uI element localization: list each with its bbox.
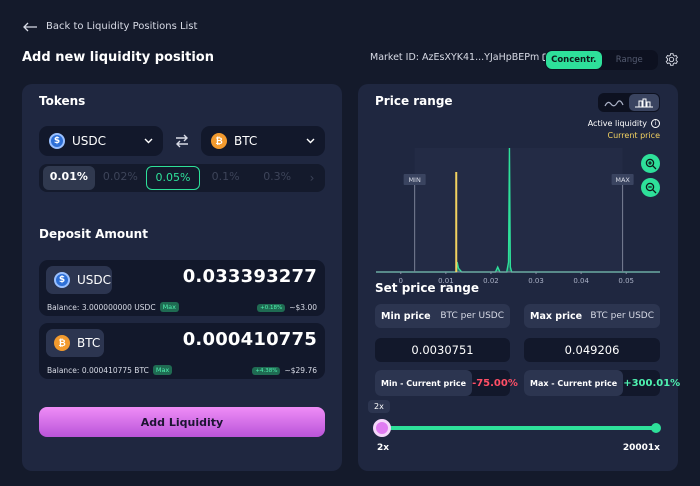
min-current-value: -75.00% [472,377,518,389]
x-tick-label: 0.05 [618,277,634,285]
market-id-label: Market ID: AzEsXYK41...YJaHpBEPm [370,52,540,63]
active-liquidity-label: Active liquidity [587,119,647,128]
max-price-input[interactable]: 0.049206 [524,338,660,362]
current-price-legend: Current price [607,131,661,140]
usdc-coin-icon: $ [49,133,65,149]
fee-option[interactable]: 0.02% [95,166,147,190]
zoom-in-button[interactable] [641,154,660,173]
slider-max-label: 20001x [622,443,660,453]
bar-view-button[interactable] [629,94,659,111]
deposit-b-amount-input[interactable]: 0.000410775 [183,329,317,350]
chart-view-toggle [598,93,660,112]
min-price-unit: BTC per USDC [440,311,504,321]
max-price-label: Max price [530,310,583,322]
deposit-a-usd-value: ~$3.00 [289,303,317,312]
deposit-b-symbol: BTC [77,336,101,350]
active-liquidity-legend: Active liquidity i [588,119,660,128]
selected-range [414,148,623,272]
token-a-select[interactable]: $ USDC [39,126,163,156]
price-change-badge: +4.38% [252,366,281,375]
deposit-b-usd: +4.38% ~$29.76 [252,366,317,375]
deposit-b-balance-text: Balance: 0.000410775 BTC [47,365,149,375]
mode-range-button[interactable]: Range [602,51,658,69]
fee-option[interactable]: 0.1% [200,166,252,190]
wave-chart-icon [604,99,624,106]
deposit-a-balance: Balance: 3.000000000 USDC Max [47,302,180,312]
deposit-a-amount-input[interactable]: 0.033393277 [183,266,317,287]
fee-tier-selector: 0.01% 0.02% 0.05% 0.1% 0.3% › [39,164,325,192]
min-current-diff: Min - Current price -75.00% [375,370,518,396]
deposit-b-balance: Balance: 0.000410775 BTC Max [47,365,173,375]
min-price-label: Min price [381,310,431,322]
market-id: Market ID: AzEsXYK41...YJaHpBEPm [370,52,552,63]
deposit-a-box: $ USDC 0.033393277 Balance: 3.000000000 … [39,260,325,316]
tokens-title: Tokens [39,94,86,108]
swap-tokens-icon[interactable] [174,134,190,148]
deposit-a-balance-text: Balance: 3.000000000 USDC [47,302,156,312]
deposit-a-token: $ USDC [46,266,112,294]
deposit-a-usd: +0.18% ~$3.00 [257,303,317,312]
add-liquidity-button[interactable]: Add Liquidity [39,407,325,437]
x-tick-label: 0.04 [573,277,589,285]
deposit-b-token: ₿ BTC [46,329,104,357]
page-title: Add new liquidity position [22,50,214,65]
chevron-down-icon [306,138,315,144]
price-range-title: Price range [375,94,453,108]
deposit-a-symbol: USDC [77,273,112,287]
fee-option[interactable]: 0.01% [43,166,95,190]
set-price-range-title: Set price range [375,281,480,295]
zoom-in-icon [645,158,656,169]
token-b-select[interactable]: ₿ BTC [201,126,325,156]
x-tick-label: 0.02 [483,277,499,285]
max-button[interactable]: Max [159,302,180,312]
gear-icon[interactable] [664,52,679,67]
token-a-symbol: USDC [72,134,107,148]
arrow-left-icon [23,22,37,31]
zoom-out-button[interactable] [641,178,660,197]
zoom-out-icon [645,182,656,193]
leverage-slider-track[interactable] [380,426,656,430]
leverage-slider-thumb[interactable] [373,419,391,437]
max-current-value: +300.01% [623,377,681,389]
btc-coin-icon: ₿ [54,335,70,351]
max-price-unit: BTC per USDC [590,311,654,321]
leverage-badge: 2x [368,400,390,413]
max-marker-label: MAX [615,176,630,184]
mode-toggle: Concentr. Range [545,50,658,70]
deposit-b-usd-value: ~$29.76 [284,366,317,375]
x-tick-label: 0.03 [528,277,544,285]
min-price-input[interactable]: 0.0030751 [375,338,510,362]
chevron-right-icon[interactable]: › [303,171,321,185]
curve-view-button[interactable] [599,94,629,111]
info-icon[interactable]: i [651,119,660,128]
min-current-label: Min - Current price [375,370,473,396]
back-link-label: Back to Liquidity Positions List [46,21,198,32]
bar-chart-icon [635,98,653,107]
slider-min-label: 2x [377,443,390,453]
leverage-slider-end[interactable] [651,423,661,433]
max-current-label: Max - Current price [524,370,624,396]
min-price-header: Min price BTC per USDC [375,304,510,328]
price-range-chart[interactable]: MIN MAX0 0.01 0.02 0.03 0.04 0.05 [368,144,668,289]
usdc-coin-icon: $ [54,272,70,288]
chevron-down-icon [144,138,153,144]
max-button[interactable]: Max [152,365,173,375]
mode-concentrated-button[interactable]: Concentr. [546,51,602,69]
price-range-panel: Price range Active liquidity i Current p… [358,84,680,471]
tokens-panel: Tokens $ USDC ₿ BTC 0.01% 0.02% 0.05% 0.… [22,84,342,471]
btc-coin-icon: ₿ [211,133,227,149]
deposit-title: Deposit Amount [39,227,148,241]
max-current-diff: Max - Current price +300.01% [524,370,680,396]
price-change-badge: +0.18% [257,303,286,312]
max-price-header: Max price BTC per USDC [524,304,660,328]
fee-option[interactable]: 0.3% [251,166,303,190]
back-link[interactable]: Back to Liquidity Positions List [22,21,197,32]
token-b-symbol: BTC [234,134,258,148]
fee-option[interactable]: 0.05% [146,166,200,190]
deposit-b-box: ₿ BTC 0.000410775 Balance: 0.000410775 B… [39,323,325,379]
min-marker-label: MIN [408,176,421,184]
